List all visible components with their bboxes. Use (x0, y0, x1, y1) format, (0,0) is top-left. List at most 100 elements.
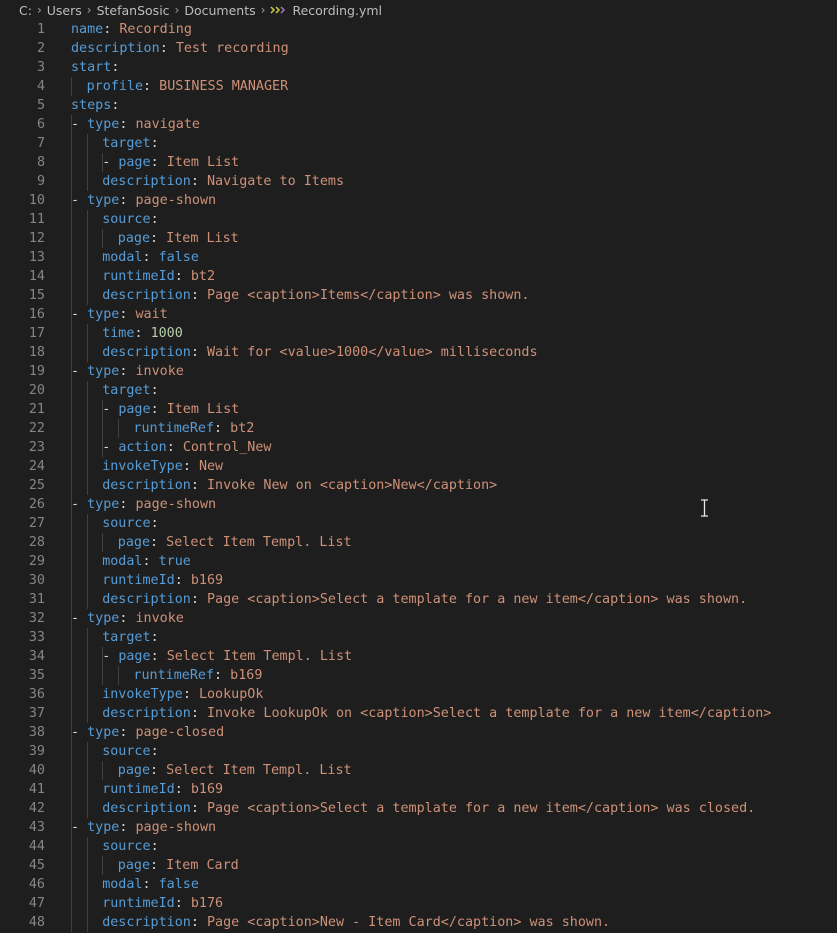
code-line[interactable]: 47 runtimeId: b176 (0, 894, 837, 913)
code-line[interactable]: 9 description: Navigate to Items (0, 172, 837, 191)
indent-guide (86, 134, 88, 153)
code-line[interactable]: 19 - type: invoke (0, 362, 837, 381)
yaml-key: target (102, 630, 151, 645)
code-lines[interactable]: 1 name: Recording 2 description: Test recor… (0, 20, 837, 933)
breadcrumb-users[interactable]: Users (47, 3, 82, 18)
code-line[interactable]: 37 description: Invoke LookupOk on <capti… (0, 704, 837, 723)
line-number: 48 (28, 915, 45, 930)
yaml-key: profile (86, 79, 144, 94)
code-line[interactable]: 31 description: Page <caption>Select a te… (0, 590, 837, 609)
yaml-value: Page <caption>New - Item Card</caption> … (207, 915, 611, 930)
code-line[interactable]: 11 source: (0, 210, 837, 229)
code-content: source: (102, 839, 159, 854)
code-line[interactable]: 39 source: (0, 742, 837, 761)
code-content: runtimeId: b169 (102, 573, 224, 588)
indent-guide (86, 704, 88, 723)
line-number: 35 (28, 668, 45, 683)
code-line[interactable]: 29 modal: true (0, 552, 837, 571)
breadcrumb-user-folder[interactable]: StefanSosic (97, 3, 170, 18)
code-content: invokeType: LookupOk (102, 687, 264, 702)
code-line[interactable]: 43 - type: page-shown (0, 818, 837, 837)
code-line[interactable]: 16 - type: wait (0, 305, 837, 324)
line-number: 37 (28, 706, 45, 721)
code-content: description: Test recording (71, 41, 289, 56)
yaml-key: page (117, 535, 151, 550)
code-line[interactable]: 46 modal: false (0, 875, 837, 894)
yaml-key: runtimeRef (133, 421, 215, 436)
code-content: - type: page-closed (71, 725, 225, 740)
code-line[interactable]: 42 description: Page <caption>Select a te… (0, 799, 837, 818)
line-number: 17 (28, 326, 45, 341)
code-line[interactable]: 7 target: (0, 134, 837, 153)
code-content: description: Page <caption>New - Item Ca… (102, 915, 611, 930)
indent-guide (71, 210, 72, 229)
yaml-value: Page <caption>Select a template for a ne… (207, 592, 748, 607)
indent-guide (86, 267, 88, 286)
code-line[interactable]: 25 description: Invoke New on <caption>Ne… (0, 476, 837, 495)
indent-guide (71, 457, 72, 476)
indent-guide (71, 856, 72, 875)
breadcrumb-documents[interactable]: Documents (184, 3, 255, 18)
indent-guide (71, 343, 72, 362)
indent-guide (117, 419, 119, 438)
code-line[interactable]: 22 runtimeRef: bt2 (0, 419, 837, 438)
code-line[interactable]: 45 page: Item Card (0, 856, 837, 875)
code-line[interactable]: 2 description: Test recording (0, 39, 837, 58)
code-editor[interactable]: C: › Users › StefanSosic › Documents › R… (0, 0, 837, 933)
code-line[interactable]: 6 - type: navigate (0, 115, 837, 134)
yaml-key: modal (102, 877, 143, 892)
code-line[interactable]: 33 target: (0, 628, 837, 647)
yaml-value: Invoke LookupOk on <caption>Select a tem… (207, 706, 772, 721)
yaml-value: Navigate to Items (207, 174, 345, 189)
yaml-value: b169 (190, 782, 224, 797)
code-line[interactable]: 5 steps: (0, 96, 837, 115)
code-line[interactable]: 4 profile: BUSINESS MANAGER (0, 77, 837, 96)
code-content: description: Page <caption>Items</captio… (102, 288, 530, 303)
code-line[interactable]: 28 page: Select Item Templ. List (0, 533, 837, 552)
code-line[interactable]: 10 - type: page-shown (0, 191, 837, 210)
code-line[interactable]: 41 runtimeId: b169 (0, 780, 837, 799)
code-line[interactable]: 40 page: Select Item Templ. List (0, 761, 837, 780)
code-line[interactable]: 8 - page: Item List (0, 153, 837, 172)
code-line[interactable]: 36 invokeType: LookupOk (0, 685, 837, 704)
breadcrumb-file[interactable]: Recording.yml (292, 3, 382, 18)
code-line[interactable]: 14 runtimeId: bt2 (0, 267, 837, 286)
indent-guide (71, 229, 72, 248)
code-line[interactable]: 23 - action: Control_New (0, 438, 837, 457)
code-line[interactable]: 13 modal: false (0, 248, 837, 267)
code-line[interactable]: 15 description: Page <caption>Items</capt… (0, 286, 837, 305)
code-line[interactable]: 30 runtimeId: b169 (0, 571, 837, 590)
code-line[interactable]: 32 - type: invoke (0, 609, 837, 628)
code-content: runtimeId: bt2 (102, 269, 216, 284)
line-number: 33 (28, 630, 45, 645)
code-line[interactable]: 38 - type: page-closed (0, 723, 837, 742)
code-content: - page: Item List (102, 402, 240, 417)
yaml-key: type (87, 497, 120, 512)
code-content: description: Navigate to Items (102, 174, 345, 189)
code-line[interactable]: 17 time: 1000 (0, 324, 837, 343)
code-line[interactable]: 18 description: Wait for <value>1000</val… (0, 343, 837, 362)
line-number: 1 (36, 22, 45, 37)
code-content: target: (102, 630, 159, 645)
indent-guide (86, 571, 88, 590)
code-line[interactable]: 1 name: Recording (0, 20, 837, 39)
code-line[interactable]: 35 runtimeRef: b169 (0, 666, 837, 685)
code-line[interactable]: 21 - page: Item List (0, 400, 837, 419)
code-line[interactable]: 44 source: (0, 837, 837, 856)
code-line[interactable]: 12 page: Item List (0, 229, 837, 248)
code-line[interactable]: 34 - page: Select Item Templ. List (0, 647, 837, 666)
code-content: modal: false (102, 877, 199, 892)
yaml-key: type (87, 820, 120, 835)
code-line[interactable]: 20 target: (0, 381, 837, 400)
indent-guide (86, 837, 88, 856)
code-line[interactable]: 3 start: (0, 58, 837, 77)
code-line[interactable]: 48 description: Page <caption>New - Item … (0, 913, 837, 932)
breadcrumb-drive[interactable]: C: (19, 3, 32, 18)
yaml-key: page (117, 763, 151, 778)
line-number: 31 (28, 592, 45, 607)
code-content: runtimeId: b176 (102, 896, 224, 911)
yaml-value: invoke (135, 611, 184, 626)
indent-guide (71, 742, 72, 761)
code-content: page: Select Item Templ. List (117, 763, 352, 778)
code-line[interactable]: 24 invokeType: New (0, 457, 837, 476)
